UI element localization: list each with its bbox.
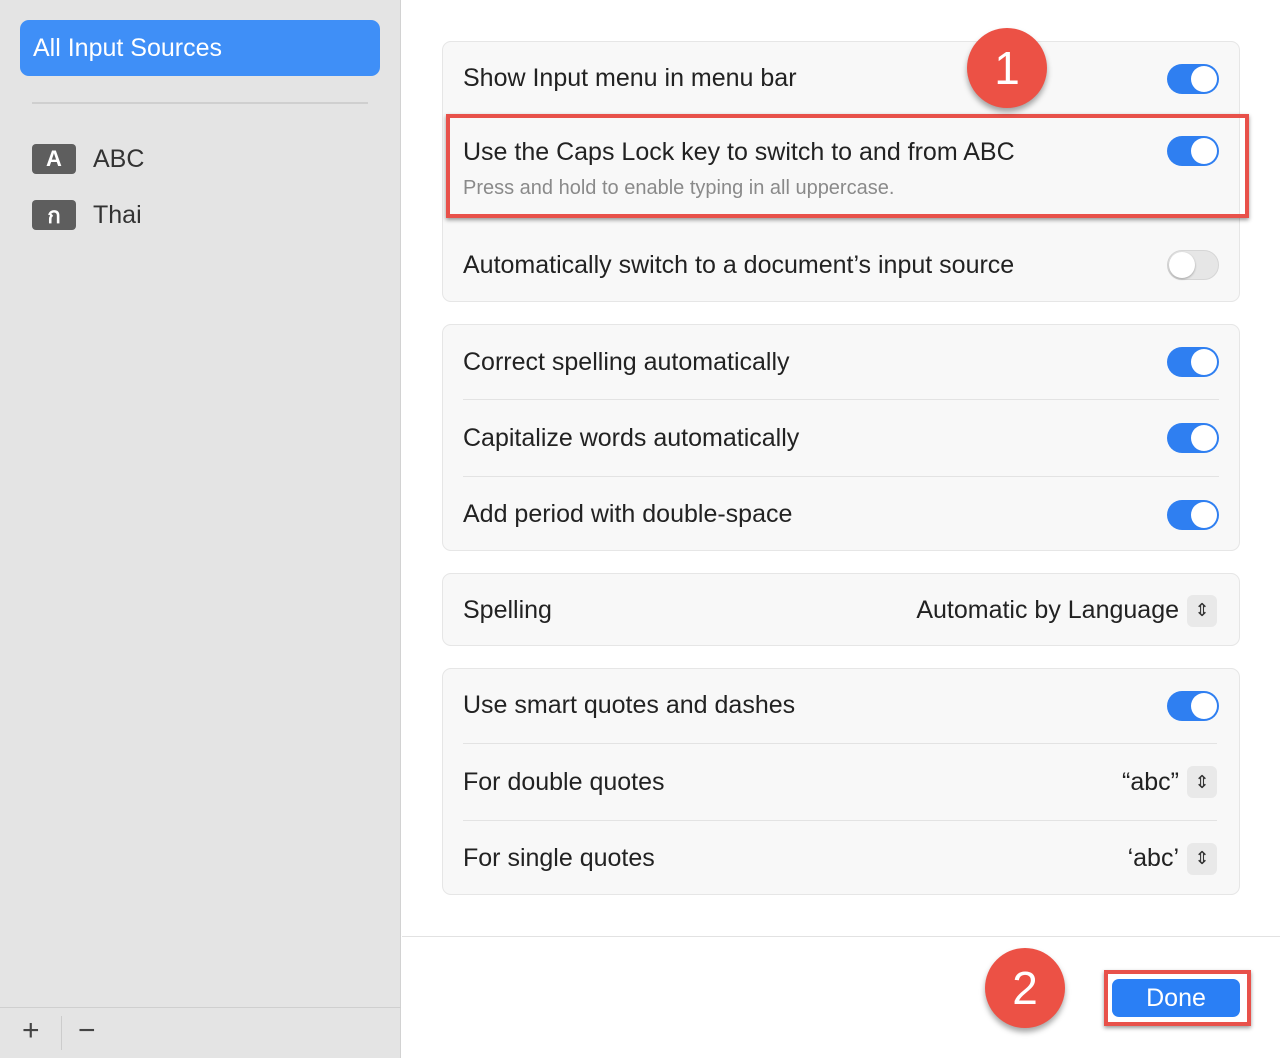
capitalize-words-toggle[interactable] bbox=[1167, 423, 1219, 453]
correct-spelling-toggle[interactable] bbox=[1167, 347, 1219, 377]
divider bbox=[0, 1007, 401, 1008]
annotation-highlight-caps-lock bbox=[446, 114, 1249, 218]
annotation-highlight-done bbox=[1104, 970, 1251, 1026]
divider bbox=[402, 936, 1280, 937]
sidebar-item-all-input-sources[interactable]: All Input Sources bbox=[20, 20, 380, 76]
add-source-button[interactable]: + bbox=[22, 1014, 40, 1048]
abc-badge-icon: A bbox=[32, 144, 76, 174]
chevron-up-down-icon: ⇕ bbox=[1187, 842, 1217, 875]
divider bbox=[61, 1016, 62, 1050]
row-label: Spelling bbox=[463, 596, 552, 624]
sidebar: All Input Sources A ABC ก Thai + − bbox=[0, 0, 401, 1058]
quotes-group: Use smart quotes and dashes For double q… bbox=[442, 668, 1240, 895]
select-value: ‘abc’ bbox=[1127, 844, 1179, 872]
chevron-up-down-icon: ⇕ bbox=[1187, 594, 1217, 627]
show-input-menu-toggle[interactable] bbox=[1167, 63, 1219, 94]
row-label: Use smart quotes and dashes bbox=[463, 691, 796, 719]
row-label: Capitalize words automatically bbox=[463, 423, 800, 452]
annotation-step-2: 2 bbox=[985, 948, 1065, 1028]
smart-quotes-toggle[interactable] bbox=[1167, 690, 1219, 721]
chevron-up-down-icon: ⇕ bbox=[1187, 766, 1217, 798]
source-label: Thai bbox=[93, 200, 142, 229]
spelling-group: Spelling Automatic by Language ⇕ bbox=[442, 573, 1240, 646]
source-label: ABC bbox=[93, 144, 145, 173]
row-label: Automatically switch to a document’s inp… bbox=[463, 250, 1015, 279]
row-label: For double quotes bbox=[463, 767, 665, 796]
thai-badge-icon: ก bbox=[32, 200, 76, 230]
sidebar-item-thai[interactable]: ก Thai bbox=[32, 200, 142, 230]
sidebar-item-abc[interactable]: A ABC bbox=[32, 144, 144, 174]
row-label: Add period with double-space bbox=[463, 500, 793, 528]
text-correction-group: Correct spelling automatically Capitaliz… bbox=[442, 324, 1240, 551]
single-quotes-select[interactable]: ‘abc’ ⇕ bbox=[1127, 842, 1217, 875]
row-label: For single quotes bbox=[463, 844, 655, 872]
double-quotes-select[interactable]: “abc” ⇕ bbox=[1122, 766, 1217, 798]
row-label: Correct spelling automatically bbox=[463, 347, 790, 376]
add-period-toggle[interactable] bbox=[1167, 499, 1219, 530]
spelling-select[interactable]: Automatic by Language ⇕ bbox=[916, 594, 1217, 627]
divider bbox=[32, 102, 368, 104]
row-label: Show Input menu in menu bar bbox=[463, 64, 797, 92]
remove-source-button[interactable]: − bbox=[78, 1014, 96, 1048]
annotation-step-1: 1 bbox=[967, 28, 1047, 108]
select-value: “abc” bbox=[1122, 767, 1179, 796]
select-value: Automatic by Language bbox=[916, 596, 1179, 624]
auto-switch-toggle[interactable] bbox=[1167, 250, 1219, 280]
